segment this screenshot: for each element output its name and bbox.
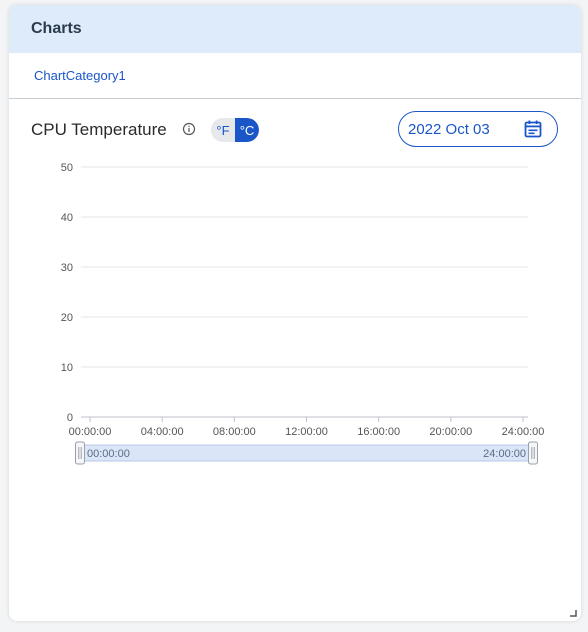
unit-fahrenheit-option[interactable]: °F (211, 118, 235, 142)
chart-header: CPU Temperature °F °C 2022 Oct 03 (9, 111, 581, 147)
card-title: Charts (31, 20, 82, 37)
range-slider-track[interactable] (79, 444, 534, 462)
chart-category-link[interactable]: ChartCategory1 (34, 68, 126, 83)
x-tick-label: 24:00:00 (502, 426, 545, 438)
x-tick-label: 00:00:00 (69, 426, 112, 438)
range-slider-start-label: 00:00:00 (87, 448, 130, 460)
y-tick-label: 0 (67, 412, 73, 424)
date-picker[interactable]: 2022 Oct 03 (398, 111, 558, 147)
range-slider-end-handle[interactable] (528, 441, 538, 465)
x-tick-label: 20:00:00 (429, 426, 472, 438)
date-value: 2022 Oct 03 (408, 120, 490, 138)
x-tick-label: 04:00:00 (141, 426, 184, 438)
range-slider-end-label: 24:00:00 (483, 448, 526, 460)
y-tick-label: 10 (61, 362, 73, 374)
charts-card: Charts ChartCategory1 CPU Temperature °F… (9, 5, 581, 621)
card-header: Charts (9, 5, 581, 53)
cpu-temperature-chart: 0 10 20 30 40 50 00:00:00 04:00:00 08:00:00 12:00… (61, 162, 545, 465)
y-tick-label: 30 (61, 262, 73, 274)
chart-title: CPU Temperature (31, 120, 167, 139)
range-slider-start-handle[interactable] (75, 441, 85, 465)
x-tick-label: 08:00:00 (213, 426, 256, 438)
y-tick-label: 50 (61, 162, 73, 174)
x-tick-label: 16:00:00 (357, 426, 400, 438)
category-bar: ChartCategory1 (9, 53, 581, 99)
unit-toggle[interactable]: °F °C (211, 118, 259, 142)
calendar-icon (524, 120, 542, 138)
resize-handle-icon[interactable] (570, 610, 577, 617)
y-tick-label: 20 (61, 312, 73, 324)
y-tick-label: 40 (61, 212, 73, 224)
unit-celsius-option[interactable]: °C (235, 118, 259, 142)
info-icon[interactable] (182, 122, 196, 136)
x-tick-label: 12:00:00 (285, 426, 328, 438)
